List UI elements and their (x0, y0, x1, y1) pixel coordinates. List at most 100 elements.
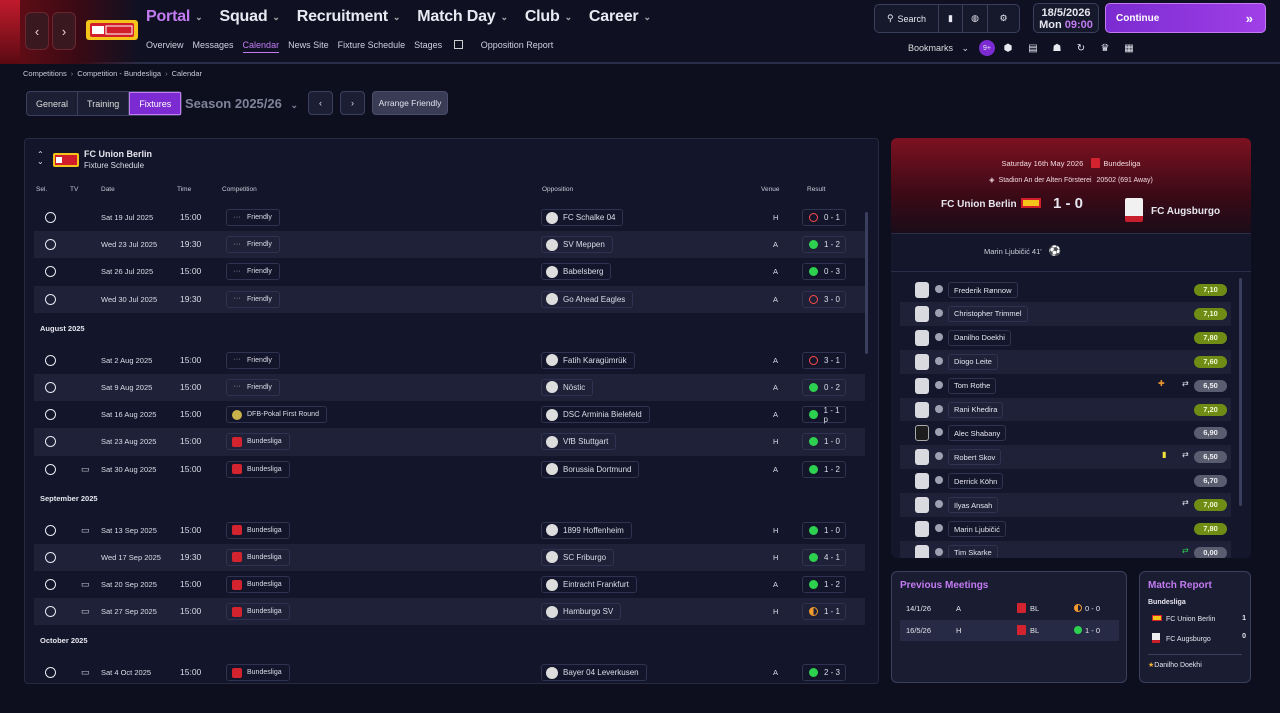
player-row[interactable]: Tom Rothe ✚ ⇄ 6,50 (900, 374, 1231, 398)
opposition-chip[interactable]: Nöstic (541, 378, 594, 396)
refresh-icon[interactable]: ↻ (1073, 40, 1089, 56)
home-team[interactable]: FC Union Berlin (941, 198, 1042, 210)
fixture-row[interactable]: Sat 19 Jul 2025 15:00 ··· Friendly FC Schalk… (34, 204, 865, 231)
competition-chip[interactable]: ··· Friendly (226, 378, 280, 396)
tab-general[interactable]: General (27, 92, 79, 115)
player-name[interactable]: Danilho Doekhi (948, 329, 1011, 346)
player-name[interactable]: Marin Ljubičić (948, 521, 1006, 537)
player-row[interactable]: Robert Skov ▮ ⇄ 6,50 (900, 445, 1231, 470)
opposition-chip[interactable]: Go Ahead Eagles (541, 290, 634, 308)
date-display[interactable]: 18/5/2026 Mon 09:00 (1033, 3, 1099, 33)
opposition-chip[interactable]: Eintracht Frankfurt (541, 576, 637, 594)
tab-training[interactable]: Training (78, 92, 130, 115)
subnav-messages[interactable]: Messages (193, 40, 234, 53)
select-radio[interactable] (45, 606, 56, 618)
nav-portal[interactable]: Portal ⌄ (146, 8, 203, 26)
subnav-opposition-report[interactable]: Opposition Report (481, 40, 554, 53)
collapse-toggle[interactable]: ⌃ ⌄ (37, 151, 44, 166)
opposition-chip[interactable]: 1899 Hoffenheim (541, 521, 632, 539)
subnav-overview[interactable]: Overview (146, 40, 184, 53)
match-report-panel[interactable]: Match Report Bundesliga FC Union Berlin 1… (1139, 571, 1251, 683)
result-chip[interactable]: 4 - 1 (802, 548, 846, 566)
col-venue[interactable]: Venue (761, 186, 779, 193)
fixture-row[interactable]: Sat 23 Aug 2025 15:00 Bundesliga VfB Stuttg… (34, 428, 865, 456)
subnav-calendar[interactable]: Calendar (242, 40, 280, 53)
continue-button[interactable]: Continue » (1105, 3, 1266, 33)
document-icon[interactable]: ▤ (1025, 40, 1041, 56)
player-row[interactable]: Danilho Doekhi 7,80 (900, 326, 1231, 350)
player-row[interactable]: Tim Skarke ⇄ 0,00 (900, 540, 1231, 558)
fixture-row[interactable]: Sat 9 Aug 2025 15:00 ··· Friendly Nöstic A 0 -… (34, 373, 865, 402)
inbox-badge-icon[interactable]: 9+ (979, 40, 995, 56)
bookmarks-menu[interactable]: Bookmarks ⌄ (908, 43, 969, 54)
select-radio[interactable] (45, 266, 56, 278)
player-row[interactable]: Marin Ljubičić 7,80 (900, 517, 1231, 541)
opposition-chip[interactable]: SV Meppen (541, 236, 613, 254)
subnav-fixture-schedule[interactable]: Fixture Schedule (338, 40, 406, 53)
competition-chip[interactable]: Bundesliga (226, 603, 290, 621)
away-team[interactable]: FC Augsburgo (1125, 198, 1220, 222)
competition-chip[interactable]: ··· Friendly (226, 263, 280, 281)
bookmark-icon[interactable]: ▮ (939, 5, 963, 32)
player-row[interactable]: Frederik Rønnow 7,10 (900, 278, 1231, 302)
player-name[interactable]: Ilyas Ansah (948, 497, 999, 514)
player-name[interactable]: Christopher Trimmel (948, 305, 1028, 322)
select-radio[interactable] (45, 409, 56, 421)
back-button[interactable]: ‹ (25, 12, 49, 50)
opposition-chip[interactable]: Hamburgo SV (541, 603, 622, 621)
fixture-row[interactable]: Sat 2 Aug 2025 15:00 ··· Friendly Fatih Kara… (34, 347, 865, 374)
player-name[interactable]: Tim Skarke (948, 544, 998, 558)
breadcrumb-competition[interactable]: Competition - Bundesliga (77, 69, 161, 78)
player-row[interactable]: Ilyas Ansah ⇄ 7,00 (900, 493, 1231, 517)
competition-chip[interactable]: DFB-Pokal First Round (226, 406, 327, 424)
col-competition[interactable]: Competition (222, 186, 257, 193)
result-chip[interactable]: 3 - 1 (802, 351, 846, 369)
people-icon[interactable]: ☗ (1049, 40, 1065, 56)
player-name[interactable]: Diogo Leite (948, 353, 998, 370)
gear-icon[interactable]: ⚙ (988, 5, 1019, 32)
player-name[interactable]: Robert Skov (948, 449, 1002, 466)
competition-chip[interactable]: Bundesliga (226, 548, 290, 566)
result-chip[interactable]: 1 - 2 (802, 460, 846, 478)
select-radio[interactable] (45, 293, 56, 305)
select-radio[interactable] (45, 381, 56, 393)
player-row[interactable]: Christopher Trimmel 7,10 (900, 301, 1231, 326)
competition-chip[interactable]: ··· Friendly (226, 351, 280, 369)
player-row[interactable]: Rani Khedira 7,20 (900, 397, 1231, 422)
select-radio[interactable] (45, 212, 56, 223)
competition-chip[interactable]: ··· Friendly (226, 209, 280, 226)
competition-chip[interactable]: Bundesliga (226, 521, 290, 539)
nav-club[interactable]: Club ⌄ (525, 8, 572, 26)
meeting-row[interactable]: 16/5/26 H BL 1 - 0 (900, 620, 1119, 641)
select-radio[interactable] (45, 524, 56, 536)
result-chip[interactable]: 1 - 1 (802, 603, 846, 621)
result-chip[interactable]: 0 - 1 (802, 209, 846, 226)
nav-squad[interactable]: Squad ⌄ (220, 8, 280, 26)
breadcrumb-competitions[interactable]: Competitions (23, 69, 67, 78)
fixture-row[interactable]: ▭ Sat 27 Sep 2025 15:00 Bundesliga Hamburgo … (34, 598, 865, 626)
fixture-row[interactable]: ▭ Sat 20 Sep 2025 15:00 Bundesliga Eintracht… (34, 571, 865, 598)
tab-fixtures[interactable]: Fixtures (129, 92, 182, 115)
result-chip[interactable]: 1 - 2 (802, 576, 846, 594)
fixture-row[interactable]: Sat 26 Jul 2025 15:00 ··· Friendly Babelsber… (34, 258, 865, 285)
player-row[interactable]: Alec Shabany 6,90 (900, 421, 1231, 445)
player-name[interactable]: Frederik Rønnow (948, 282, 1018, 298)
arrange-friendly-button[interactable]: Arrange Friendly (372, 91, 448, 115)
forward-button[interactable]: › (52, 12, 76, 50)
search-button[interactable]: ⚲ Search (875, 5, 939, 32)
fixture-row[interactable]: Wed 17 Sep 2025 19:30 Bundesliga SC Friburg… (34, 543, 865, 572)
opposition-chip[interactable]: FC Schalke 04 (541, 209, 624, 226)
player-name[interactable]: Derrick Köhn (948, 473, 1004, 490)
meeting-row[interactable]: 14/1/26 A BL 0 - 0 (900, 598, 1119, 619)
player-name[interactable]: Tom Rothe (948, 377, 997, 394)
nav-recruitment[interactable]: Recruitment ⌄ (297, 8, 401, 26)
competition-chip[interactable]: Bundesliga (226, 664, 290, 682)
nav-match-day[interactable]: Match Day ⌄ (417, 8, 508, 26)
select-radio[interactable] (45, 436, 56, 448)
opposition-chip[interactable]: Bayer 04 Leverkusen (541, 664, 647, 682)
select-radio[interactable] (45, 239, 56, 251)
select-radio[interactable] (45, 579, 56, 591)
next-season-button[interactable]: › (340, 91, 365, 115)
result-chip[interactable]: 0 - 3 (802, 263, 846, 281)
result-chip[interactable]: 1 - 1 p (802, 406, 846, 424)
